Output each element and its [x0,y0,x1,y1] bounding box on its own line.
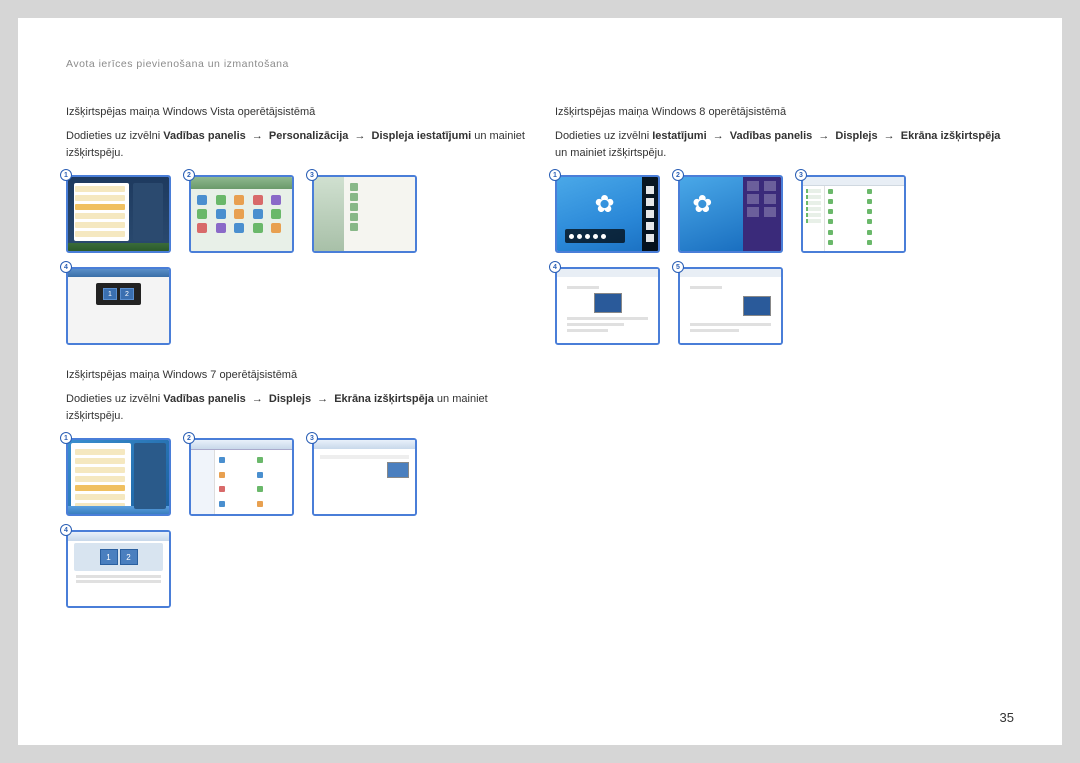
arrow-icon: → [252,128,263,145]
vista-thumb-3: 3 [312,175,417,253]
step-badge: 3 [306,169,318,181]
win8-instr-suffix: un mainiet izšķirtspēju. [555,147,666,159]
step-badge: 3 [795,169,807,181]
win7-thumbs: 1 2 [66,438,525,608]
vista-path-2: Displeja iestatījumi [372,130,472,142]
content-columns: Izšķirtspējas maiņa Windows Vista operēt… [66,106,1014,632]
vista-thumb-1: 1 [66,175,171,253]
win8-path-0: Iestatījumi [652,130,706,142]
win8-path-2: Displejs [835,130,877,142]
vista-instructions: Dodieties uz izvēlni Vadības panelis → P… [66,128,525,161]
win7-instructions: Dodieties uz izvēlni Vadības panelis → D… [66,391,525,424]
arrow-icon: → [884,128,895,145]
screenshot-win8-charms [555,175,660,253]
step-badge: 2 [672,169,684,181]
screenshot-vista-display: 12 [66,267,171,345]
vista-path-1: Personalizācija [269,130,349,142]
screenshot-vista-startmenu [66,175,171,253]
step-badge: 5 [672,261,684,273]
win7-thumb-4: 4 12 [66,530,171,608]
arrow-icon: → [317,391,328,408]
win8-thumb-5: 5 [678,267,783,345]
step-badge: 1 [60,169,72,181]
screenshot-win7-display [312,438,417,516]
win8-thumb-4: 4 [555,267,660,345]
win8-thumb-3: 3 [801,175,906,253]
win7-title: Izšķirtspējas maiņa Windows 7 operētājsi… [66,369,525,381]
step-badge: 4 [60,524,72,536]
arrow-icon: → [354,128,365,145]
step-badge: 1 [549,169,561,181]
win7-thumb-2: 2 [189,438,294,516]
win7-path-2: Ekrāna izšķirtspēja [334,393,434,405]
screenshot-win7-controlpanel [189,438,294,516]
screenshot-win7-resolution: 12 [66,530,171,608]
vista-thumb-4: 4 12 [66,267,171,345]
win8-thumb-2: 2 [678,175,783,253]
left-column: Izšķirtspējas maiņa Windows Vista operēt… [66,106,525,632]
arrow-icon: → [713,128,724,145]
step-badge: 4 [60,261,72,273]
arrow-icon: → [818,128,829,145]
vista-title: Izšķirtspējas maiņa Windows Vista operēt… [66,106,525,118]
win7-thumb-1: 1 [66,438,171,516]
win7-path-0: Vadības panelis [163,393,246,405]
win8-instructions: Dodieties uz izvēlni Iestatījumi → Vadīb… [555,128,1014,161]
vista-thumbs: 1 2 [66,175,525,345]
win8-instr-prefix: Dodieties uz izvēlni [555,130,652,142]
win7-path-1: Displejs [269,393,311,405]
win8-thumb-1: 1 [555,175,660,253]
vista-path-0: Vadības panelis [163,130,246,142]
vista-instr-prefix: Dodieties uz izvēlni [66,130,163,142]
document-page: Avota ierīces pievienošana un izmantošan… [18,18,1062,745]
screenshot-vista-controlpanel [189,175,294,253]
win8-title: Izšķirtspējas maiņa Windows 8 operētājsi… [555,106,1014,118]
arrow-icon: → [252,391,263,408]
screenshot-win8-settings [678,175,783,253]
page-number: 35 [1000,710,1014,725]
step-badge: 1 [60,432,72,444]
step-badge: 2 [183,169,195,181]
win8-thumbs: 1 2 [555,175,1014,345]
right-column: Izšķirtspējas maiņa Windows 8 operētājsi… [555,106,1014,632]
screenshot-win7-startmenu [66,438,171,516]
step-badge: 2 [183,432,195,444]
win8-path-3: Ekrāna izšķirtspēja [901,130,1001,142]
screenshot-win8-resolution [678,267,783,345]
step-badge: 4 [549,261,561,273]
win7-instr-prefix: Dodieties uz izvēlni [66,393,163,405]
screenshot-vista-personalize [312,175,417,253]
screenshot-win8-controlpanel [801,175,906,253]
screenshot-win8-display [555,267,660,345]
vista-thumb-2: 2 [189,175,294,253]
win8-path-1: Vadības panelis [730,130,813,142]
win7-thumb-3: 3 [312,438,417,516]
page-header: Avota ierīces pievienošana un izmantošan… [66,58,1014,70]
step-badge: 3 [306,432,318,444]
